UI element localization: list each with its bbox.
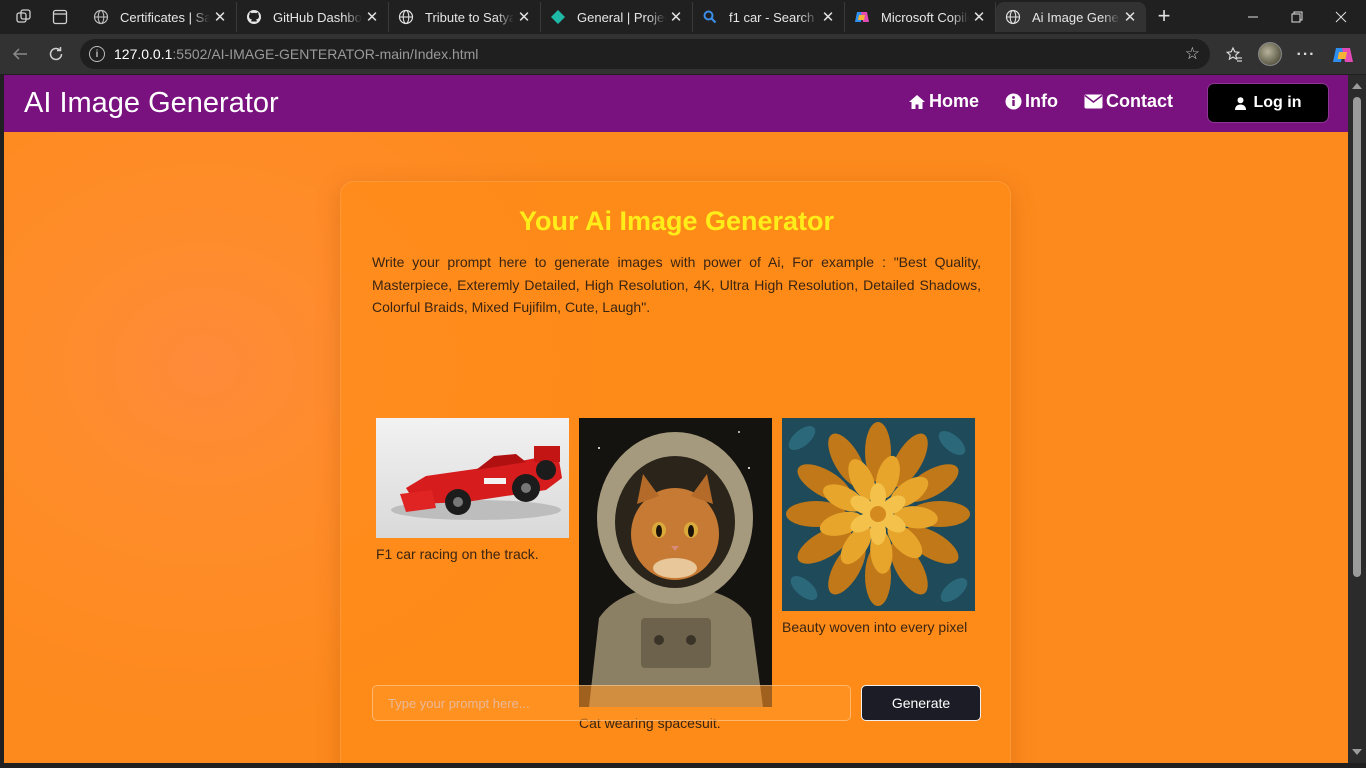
copilot-icon (853, 8, 871, 26)
gallery-image-cat-astronaut (579, 418, 772, 707)
card-description: Write your prompt here to generate image… (372, 254, 981, 315)
page-scrollbar[interactable] (1348, 75, 1366, 763)
nav-home-link[interactable]: Home (908, 91, 979, 112)
browser-tab[interactable]: GitHub Dashboard ✕ (237, 2, 389, 32)
globe-icon (397, 8, 415, 26)
nav-home-label: Home (929, 91, 980, 111)
tab-label: Ai Image Generat (1032, 9, 1120, 25)
scroll-up-icon[interactable] (1352, 83, 1362, 89)
close-window-icon[interactable] (1318, 4, 1364, 30)
url-field[interactable]: i 127.0.0.1:5502/AI-IMAGE-GENTERATOR-mai… (80, 39, 1210, 69)
generator-card: Your Ai Image Generator Write your promp… (340, 181, 1011, 763)
browser-tab-active[interactable]: Ai Image Generat ✕ (996, 2, 1146, 32)
close-tab-icon[interactable]: ✕ (514, 8, 534, 26)
address-bar: i 127.0.0.1:5502/AI-IMAGE-GENTERATOR-mai… (0, 34, 1366, 74)
close-tab-icon[interactable]: ✕ (818, 8, 838, 26)
generate-button[interactable]: Generate (861, 685, 981, 721)
login-label: Log in (1253, 94, 1302, 111)
favorite-star-icon[interactable]: ☆ (1185, 44, 1200, 64)
new-tab-button[interactable]: + (1151, 4, 1177, 30)
close-tab-icon[interactable]: ✕ (210, 8, 230, 26)
minimize-icon[interactable] (1230, 4, 1276, 30)
back-icon[interactable] (8, 42, 32, 66)
site-info-icon[interactable]: i (89, 46, 105, 62)
profile-avatar[interactable] (1258, 42, 1282, 66)
browser-tab[interactable]: General | Project ✕ (541, 2, 693, 32)
url-text: 127.0.0.1:5502/AI-IMAGE-GENTERATOR-main/… (114, 46, 479, 62)
search-icon (701, 8, 719, 26)
tab-label: Microsoft Copilot (881, 9, 969, 25)
refresh-icon[interactable] (44, 42, 68, 66)
close-tab-icon[interactable]: ✕ (666, 8, 686, 26)
nav-contact-label: Contact (1106, 91, 1173, 111)
favorites-icon[interactable] (1221, 42, 1247, 68)
workspaces-icon[interactable] (11, 5, 37, 29)
gallery-caption: Beauty woven into every pixel (782, 619, 968, 635)
close-tab-icon[interactable]: ✕ (362, 8, 382, 26)
tab-label: f1 car - Search (729, 9, 815, 25)
info-icon (1005, 93, 1022, 110)
scroll-down-icon[interactable] (1352, 749, 1362, 755)
close-tab-icon[interactable]: ✕ (969, 8, 989, 26)
site-brand: AI Image Generator (24, 87, 279, 119)
scrollbar-thumb[interactable] (1353, 97, 1361, 577)
tab-actions-icon[interactable] (47, 5, 73, 29)
globe-icon (1004, 8, 1022, 26)
restore-icon[interactable] (1274, 4, 1320, 30)
page-viewport: AI Image Generator Home Info Contact Log… (4, 75, 1348, 763)
nav-info-label: Info (1025, 91, 1058, 111)
close-tab-icon[interactable]: ✕ (1120, 8, 1140, 26)
gallery-caption: F1 car racing on the track. (376, 546, 539, 562)
gallery-image-f1-car (376, 418, 569, 538)
browser-tab[interactable]: Certificates | Sarv ✕ (84, 2, 237, 32)
prompt-input[interactable] (372, 685, 851, 721)
tab-label: Tribute to Satya N (425, 9, 514, 25)
more-options-icon[interactable]: ··· (1293, 42, 1319, 68)
envelope-icon (1084, 94, 1103, 109)
browser-tab[interactable]: Tribute to Satya N ✕ (389, 2, 541, 32)
nav-contact-link[interactable]: Contact (1084, 91, 1173, 112)
tab-label: General | Project (577, 9, 666, 25)
browser-tab[interactable]: Microsoft Copilot ✕ (845, 2, 996, 32)
gallery-image-flower-art (782, 418, 975, 611)
tab-bar: Certificates | Sarv ✕ GitHub Dashboard ✕… (0, 0, 1366, 34)
copilot-icon[interactable] (1330, 42, 1356, 68)
card-title: Your Ai Image Generator (518, 206, 835, 236)
user-icon (1234, 96, 1246, 110)
diamond-icon (549, 8, 567, 26)
tab-label: GitHub Dashboard (273, 9, 362, 25)
tab-label: Certificates | Sarv (120, 9, 210, 25)
globe-icon (92, 8, 110, 26)
login-button[interactable]: Log in (1208, 84, 1328, 122)
github-icon (245, 8, 263, 26)
nav-info-link[interactable]: Info (1005, 91, 1058, 112)
browser-tab[interactable]: f1 car - Search ✕ (693, 2, 845, 32)
home-icon (909, 94, 925, 109)
site-header: AI Image Generator Home Info Contact Log… (4, 75, 1348, 132)
